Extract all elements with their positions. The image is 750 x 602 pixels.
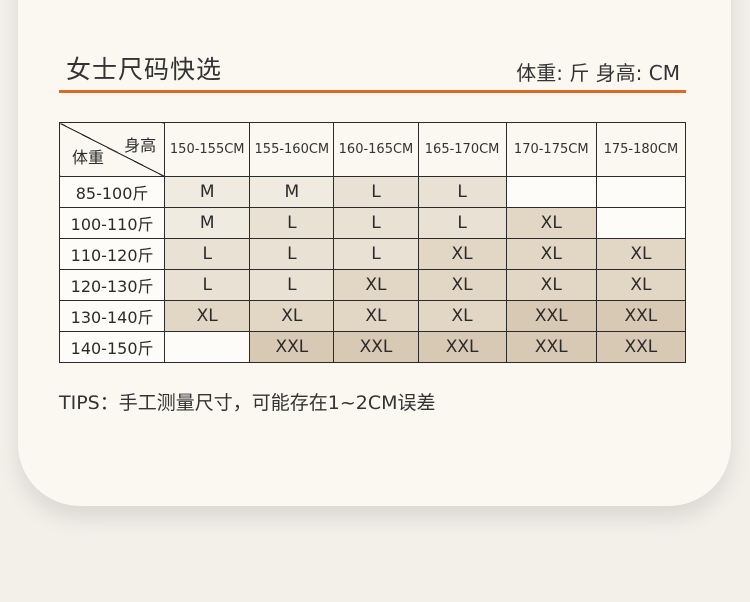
table-row: 120-130斤 L L XL XL XL XL	[58, 269, 687, 301]
size-cell: XXL	[505, 300, 597, 332]
weight-range-cell: 85-100斤	[58, 176, 166, 208]
size-cell: L	[249, 207, 335, 239]
table-row: 140-150斤 XXL XXL XXL XXL XXL	[58, 331, 687, 363]
size-cell: XXL	[249, 331, 335, 363]
size-cell: XL	[595, 238, 687, 270]
height-range-header: 170-175CM	[505, 122, 597, 177]
size-cell: L	[417, 207, 507, 239]
size-cell: L	[249, 238, 335, 270]
size-cell: L	[333, 207, 419, 239]
size-cell: L	[333, 176, 419, 208]
weight-range-cell: 100-110斤	[58, 207, 166, 239]
height-range-header: 155-160CM	[249, 122, 335, 177]
height-range-header: 175-180CM	[595, 122, 687, 177]
size-cell	[505, 176, 597, 208]
size-cell: XXL	[595, 331, 687, 363]
weight-range-cell: 110-120斤	[58, 238, 166, 270]
weight-range-cell: 120-130斤	[58, 269, 166, 301]
size-cell: XXL	[595, 300, 687, 332]
tips-note: TIPS：手工测量尺寸，可能存在1~2CM误差	[59, 392, 436, 414]
size-cell: M	[164, 176, 251, 208]
size-cell	[164, 331, 251, 363]
unit-legend: 体重: 斤 身高: CM	[516, 61, 680, 85]
height-range-header: 160-165CM	[333, 122, 419, 177]
size-cell: XL	[595, 269, 687, 301]
size-cell: XXL	[505, 331, 597, 363]
size-cell: XL	[333, 300, 419, 332]
size-cell: XXL	[417, 331, 507, 363]
weight-range-cell: 140-150斤	[58, 331, 166, 363]
size-cell: XL	[249, 300, 335, 332]
size-cell	[595, 176, 687, 208]
title-divider	[59, 90, 686, 93]
weight-axis-label: 体重	[72, 148, 105, 167]
height-axis-label: 身高	[124, 136, 157, 155]
size-cell: XXL	[333, 331, 419, 363]
size-cell: M	[164, 207, 251, 239]
header-row: 身高 体重 150-155CM 155-160CM 160-165CM 165-…	[58, 122, 687, 177]
size-cell: XL	[505, 207, 597, 239]
height-range-header: 150-155CM	[164, 122, 251, 177]
table-row: 130-140斤 XL XL XL XL XXL XXL	[58, 300, 687, 332]
height-range-header: 165-170CM	[417, 122, 507, 177]
table-row: 110-120斤 L L L XL XL XL	[58, 238, 687, 270]
table-row: 85-100斤 M M L L	[58, 176, 687, 208]
size-cell	[595, 207, 687, 239]
size-cell: XL	[505, 238, 597, 270]
size-cell: L	[417, 176, 507, 208]
size-chart-table: 身高 体重 150-155CM 155-160CM 160-165CM 165-…	[58, 122, 687, 363]
page-title: 女士尺码快选	[66, 55, 223, 84]
size-cell: XL	[164, 300, 251, 332]
weight-range-cell: 130-140斤	[58, 300, 166, 332]
size-cell: L	[164, 269, 251, 301]
size-cell: M	[249, 176, 335, 208]
size-cell: XL	[333, 269, 419, 301]
size-cell: XL	[417, 269, 507, 301]
corner-header-cell: 身高 体重	[58, 122, 166, 177]
size-cell: XL	[417, 238, 507, 270]
size-cell: XL	[417, 300, 507, 332]
size-cell: L	[249, 269, 335, 301]
size-cell: L	[333, 238, 419, 270]
table-row: 100-110斤 M L L L XL	[58, 207, 687, 239]
size-cell: L	[164, 238, 251, 270]
size-cell: XL	[505, 269, 597, 301]
